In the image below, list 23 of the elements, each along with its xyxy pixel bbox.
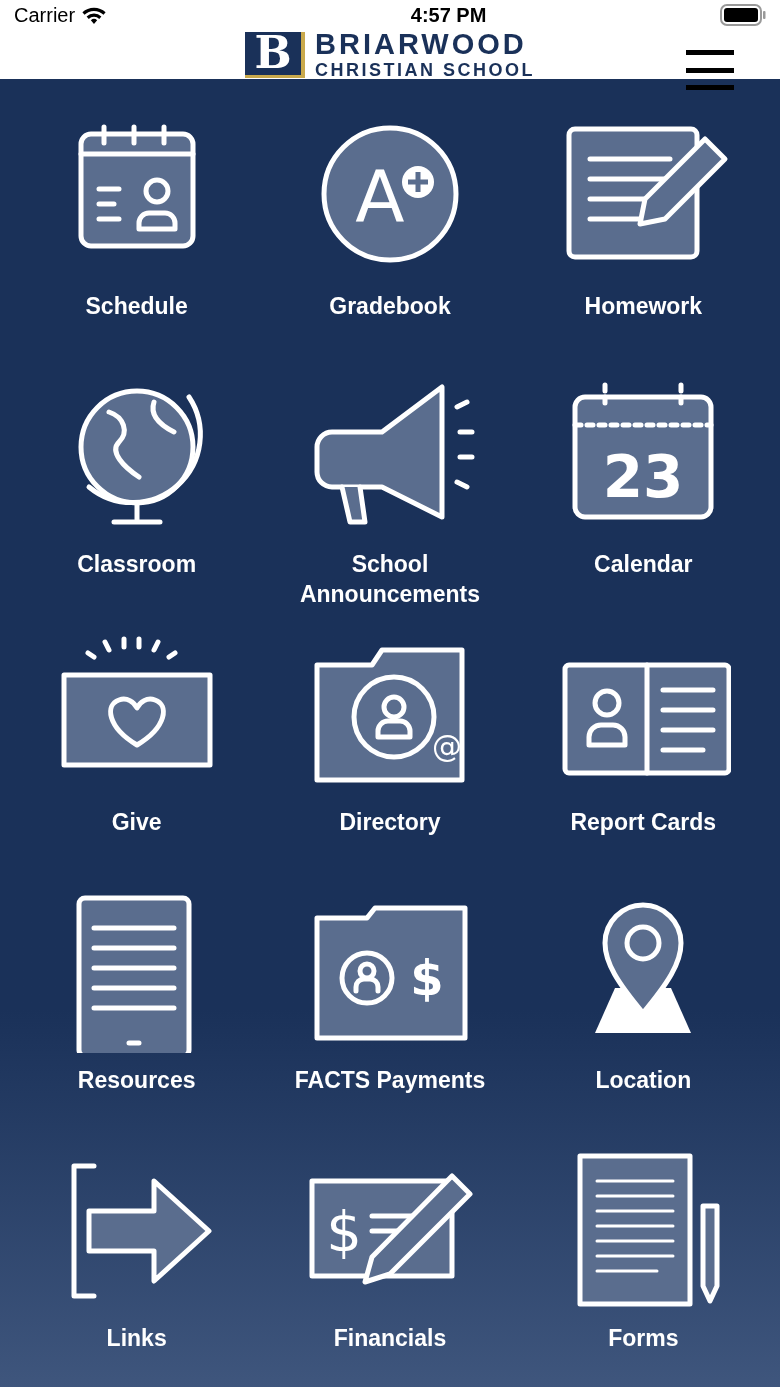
menu-tile[interactable]: Schedule xyxy=(10,119,264,377)
menu-tile[interactable]: Resources xyxy=(10,893,264,1151)
menu-tile[interactable]: $ FACTS Payments xyxy=(263,893,517,1151)
menu-tile[interactable]: $ Financials xyxy=(263,1151,517,1387)
menu-tile[interactable]: Forms xyxy=(516,1151,770,1387)
menu-tile[interactable]: Report Cards xyxy=(516,635,770,893)
carrier-label: Carrier xyxy=(14,3,76,28)
menu-tile[interactable]: School Announcements xyxy=(263,377,517,635)
menu-tile[interactable]: Give xyxy=(10,635,264,893)
wifi-icon xyxy=(81,5,108,25)
menu-button[interactable] xyxy=(686,50,734,90)
menu-tile[interactable]: Homework xyxy=(516,119,770,377)
menu-tile[interactable]: @ Directory xyxy=(263,635,517,893)
battery-icon xyxy=(720,4,766,26)
menu-tile[interactable]: Classroom xyxy=(10,377,264,635)
logo-title: BRIARWOOD xyxy=(315,30,528,59)
menu-tile[interactable]: Links xyxy=(10,1151,264,1387)
menu-tile[interactable]: Location xyxy=(516,893,770,1151)
menu-tile[interactable]: 23 Calendar xyxy=(516,377,770,635)
logo-subtitle: CHRISTIAN SCHOOL xyxy=(315,61,535,79)
logo-mark: B xyxy=(245,31,305,78)
status-time: 4:57 PM xyxy=(410,3,487,28)
menu-tile[interactable]: A Gradebook xyxy=(263,119,517,377)
